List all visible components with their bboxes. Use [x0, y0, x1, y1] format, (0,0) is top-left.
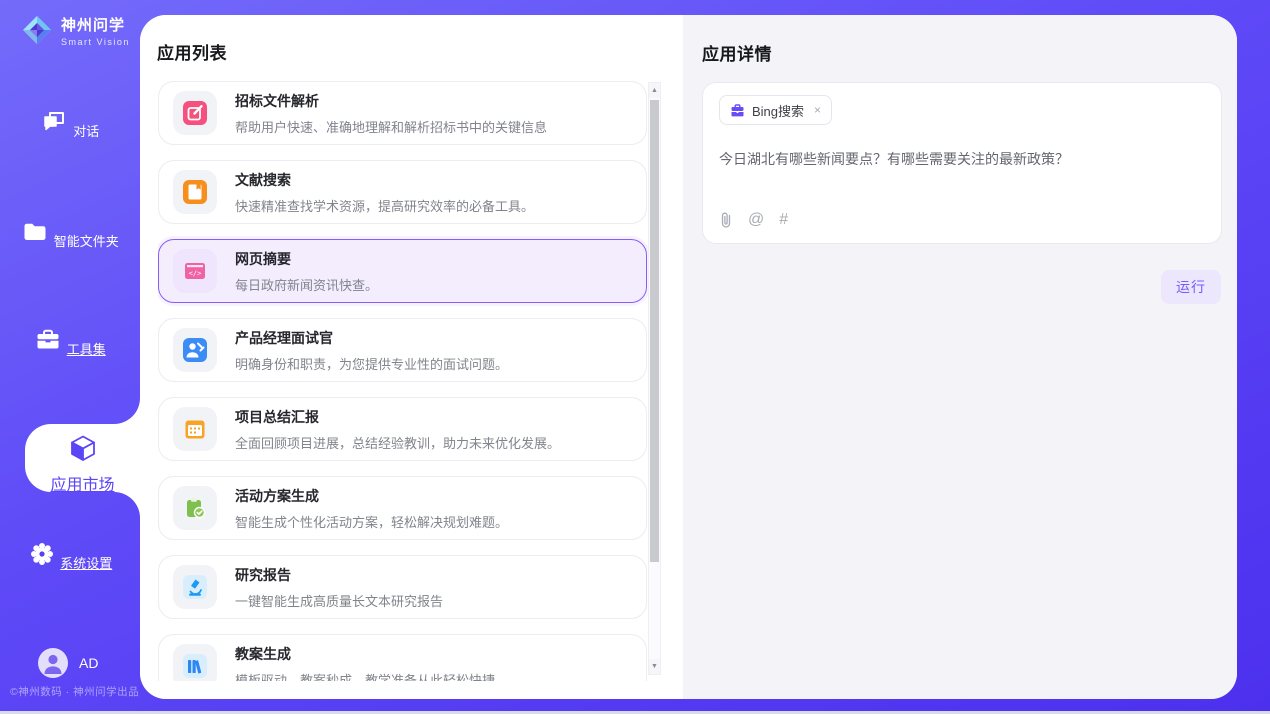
app-card-research-report[interactable]: 研究报告 一键智能生成高质量长文本研究报告	[158, 555, 647, 619]
app-desc: 明确身份和职责，为您提供专业性的面试问题。	[235, 354, 508, 373]
app-title: 产品经理面试官	[235, 328, 508, 348]
gear-icon	[28, 540, 56, 568]
app-title: 研究报告	[235, 565, 443, 585]
run-button[interactable]: 运行	[1161, 270, 1221, 304]
app-title: 活动方案生成	[235, 486, 508, 506]
active-notch-top	[114, 398, 140, 424]
sidebar-item-toolset[interactable]: 工具集	[0, 326, 140, 359]
active-notch-bottom	[114, 492, 140, 518]
app-desc: 帮助用户快速、准确地理解和解析招标书中的关键信息	[235, 117, 547, 136]
toolbox-icon	[34, 326, 62, 354]
app-list-title: 应用列表	[157, 39, 227, 64]
app-list-panel: 应用列表 招标文件解析 帮助用户快速、准确地理解和解析招标书中的关键信息	[140, 15, 683, 699]
sidebar-item-app-market[interactable]: 应用市场	[25, 424, 140, 492]
brand-tagline: Smart Vision	[61, 37, 130, 47]
calendar-report-icon	[173, 407, 217, 451]
user-initials: AD	[79, 655, 98, 671]
app-desc: 一键智能生成高质量长文本研究报告	[235, 591, 443, 610]
app-desc: 全面回顾项目进展，总结经验教训，助力未来优化发展。	[235, 433, 560, 452]
app-title: 网页摘要	[235, 249, 378, 269]
briefcase-icon	[730, 103, 745, 118]
svg-text:</>: </>	[189, 270, 202, 278]
app-card-pm-interviewer[interactable]: 产品经理面试官 明确身份和职责，为您提供专业性的面试问题。	[158, 318, 647, 382]
sidebar-item-smart-folder[interactable]: 智能文件夹	[0, 218, 140, 251]
scroll-down-button[interactable]: ▼	[649, 659, 660, 674]
app-list-scrollbar[interactable]: ▲ ▼	[648, 82, 661, 675]
query-input-card[interactable]: Bing搜索 × 今日湖北有哪些新闻要点？有哪些需要关注的最新政策？ @ #	[702, 82, 1222, 244]
hash-icon[interactable]: #	[779, 211, 788, 229]
tender-edit-icon	[173, 91, 217, 135]
tool-tag-bing-search[interactable]: Bing搜索 ×	[719, 95, 832, 125]
paperclip-icon[interactable]	[719, 211, 733, 229]
book-icon	[173, 170, 217, 214]
app-desc: 每日政府新闻资讯快查。	[235, 275, 378, 294]
at-icon[interactable]: @	[748, 211, 764, 229]
sidebar-item-settings[interactable]: 系统设置	[0, 540, 140, 573]
cube-icon	[68, 433, 98, 463]
brand-name: 神州问学	[61, 14, 130, 35]
scrollbar-thumb[interactable]	[650, 100, 659, 562]
close-icon[interactable]: ×	[814, 103, 821, 117]
sidebar-item-chat[interactable]: 对话	[0, 108, 140, 141]
app-card-project-summary[interactable]: 项目总结汇报 全面回顾项目进展，总结经验教训，助力未来优化发展。	[158, 397, 647, 461]
query-text[interactable]: 今日湖北有哪些新闻要点？有哪些需要关注的最新政策？	[719, 149, 1205, 169]
content-card: 应用列表 招标文件解析 帮助用户快速、准确地理解和解析招标书中的关键信息	[140, 15, 1237, 699]
brand-logo: 神州问学 Smart Vision	[20, 13, 130, 47]
app-title: 教案生成	[235, 644, 495, 664]
app-detail-panel: 应用详情 Bing搜索 × 今日湖北有哪些新闻要点？有哪些需要关注的最新政策？	[683, 15, 1237, 699]
avatar	[38, 648, 68, 678]
app-list: 招标文件解析 帮助用户快速、准确地理解和解析招标书中的关键信息 文献搜索	[158, 81, 648, 681]
app-desc: 智能生成个性化活动方案，轻松解决规划难题。	[235, 512, 508, 531]
app-title: 文献搜索	[235, 170, 534, 190]
app-card-activity-plan[interactable]: 活动方案生成 智能生成个性化活动方案，轻松解决规划难题。	[158, 476, 647, 540]
sidebar-item-label: 对话	[73, 121, 99, 140]
user-account[interactable]: AD	[38, 648, 98, 678]
app-desc: 模板驱动，教案秒成，教学准备从此轻松快捷	[235, 670, 495, 682]
clipboard-check-icon	[173, 486, 217, 530]
app-card-lesson-plan[interactable]: 教案生成 模板驱动，教案秒成，教学准备从此轻松快捷	[158, 634, 647, 681]
sidebar-item-label: 工具集	[67, 339, 106, 358]
books-icon	[173, 644, 217, 681]
webpage-code-icon: </>	[173, 249, 217, 293]
sidebar-footer: ©神州数码 · 神州问学出品	[10, 684, 139, 699]
attachment-toolbar: @ #	[719, 211, 788, 229]
sidebar: 神州问学 Smart Vision 对话 智能文件夹	[0, 0, 140, 714]
scroll-up-button[interactable]: ▲	[649, 83, 660, 98]
app-card-literature-search[interactable]: 文献搜索 快速精准查找学术资源，提高研究效率的必备工具。	[158, 160, 647, 224]
app-card-tender-parse[interactable]: 招标文件解析 帮助用户快速、准确地理解和解析招标书中的关键信息	[158, 81, 647, 145]
interviewer-icon	[173, 328, 217, 372]
app-title: 招标文件解析	[235, 91, 547, 111]
folder-icon	[21, 218, 49, 246]
app-card-web-summary[interactable]: </> 网页摘要 每日政府新闻资讯快查。	[158, 239, 647, 303]
app-detail-title: 应用详情	[702, 40, 772, 65]
brand-diamond-icon	[20, 13, 54, 47]
microscope-icon	[173, 565, 217, 609]
app-desc: 快速精准查找学术资源，提高研究效率的必备工具。	[235, 196, 534, 215]
chat-icon	[41, 108, 69, 136]
tool-tag-label: Bing搜索	[752, 101, 804, 120]
sidebar-item-label: 系统设置	[60, 553, 112, 572]
sidebar-item-label: 智能文件夹	[54, 231, 119, 250]
app-title: 项目总结汇报	[235, 407, 560, 427]
app-window: 神州问学 Smart Vision 对话 智能文件夹	[0, 0, 1270, 714]
